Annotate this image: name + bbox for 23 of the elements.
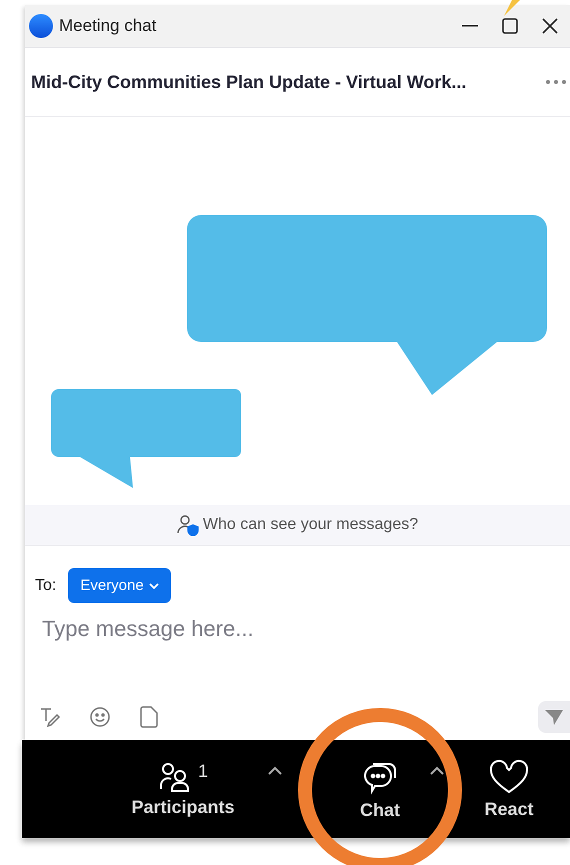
recipient-label: To: — [35, 576, 56, 594]
privacy-icon — [176, 514, 199, 536]
recipient-dropdown[interactable]: Everyone — [68, 568, 171, 603]
send-button[interactable] — [538, 701, 570, 733]
participant-count: 1 — [198, 760, 208, 782]
file-button[interactable] — [139, 706, 159, 728]
caret-icon[interactable] — [267, 766, 283, 776]
chevron-down-icon — [148, 582, 159, 588]
privacy-notice[interactable]: Who can see your messages? — [202, 516, 418, 534]
app-logo — [29, 14, 53, 38]
maximize-icon — [502, 18, 518, 34]
window-title: Meeting chat — [59, 16, 158, 36]
format-text-button[interactable] — [39, 706, 61, 728]
emoji-button[interactable] — [89, 706, 111, 728]
meeting-title: Mid-City Communities Plan Update - Virtual Work... — [31, 72, 468, 92]
react-button[interactable]: React — [469, 740, 549, 838]
close-icon — [542, 18, 558, 34]
heart-icon — [488, 758, 530, 794]
send-icon — [545, 709, 563, 725]
participants-button[interactable]: 1 Participants — [118, 740, 248, 838]
people-icon — [158, 760, 192, 792]
caret-icon[interactable] — [429, 766, 445, 776]
minimize-icon — [462, 25, 478, 27]
